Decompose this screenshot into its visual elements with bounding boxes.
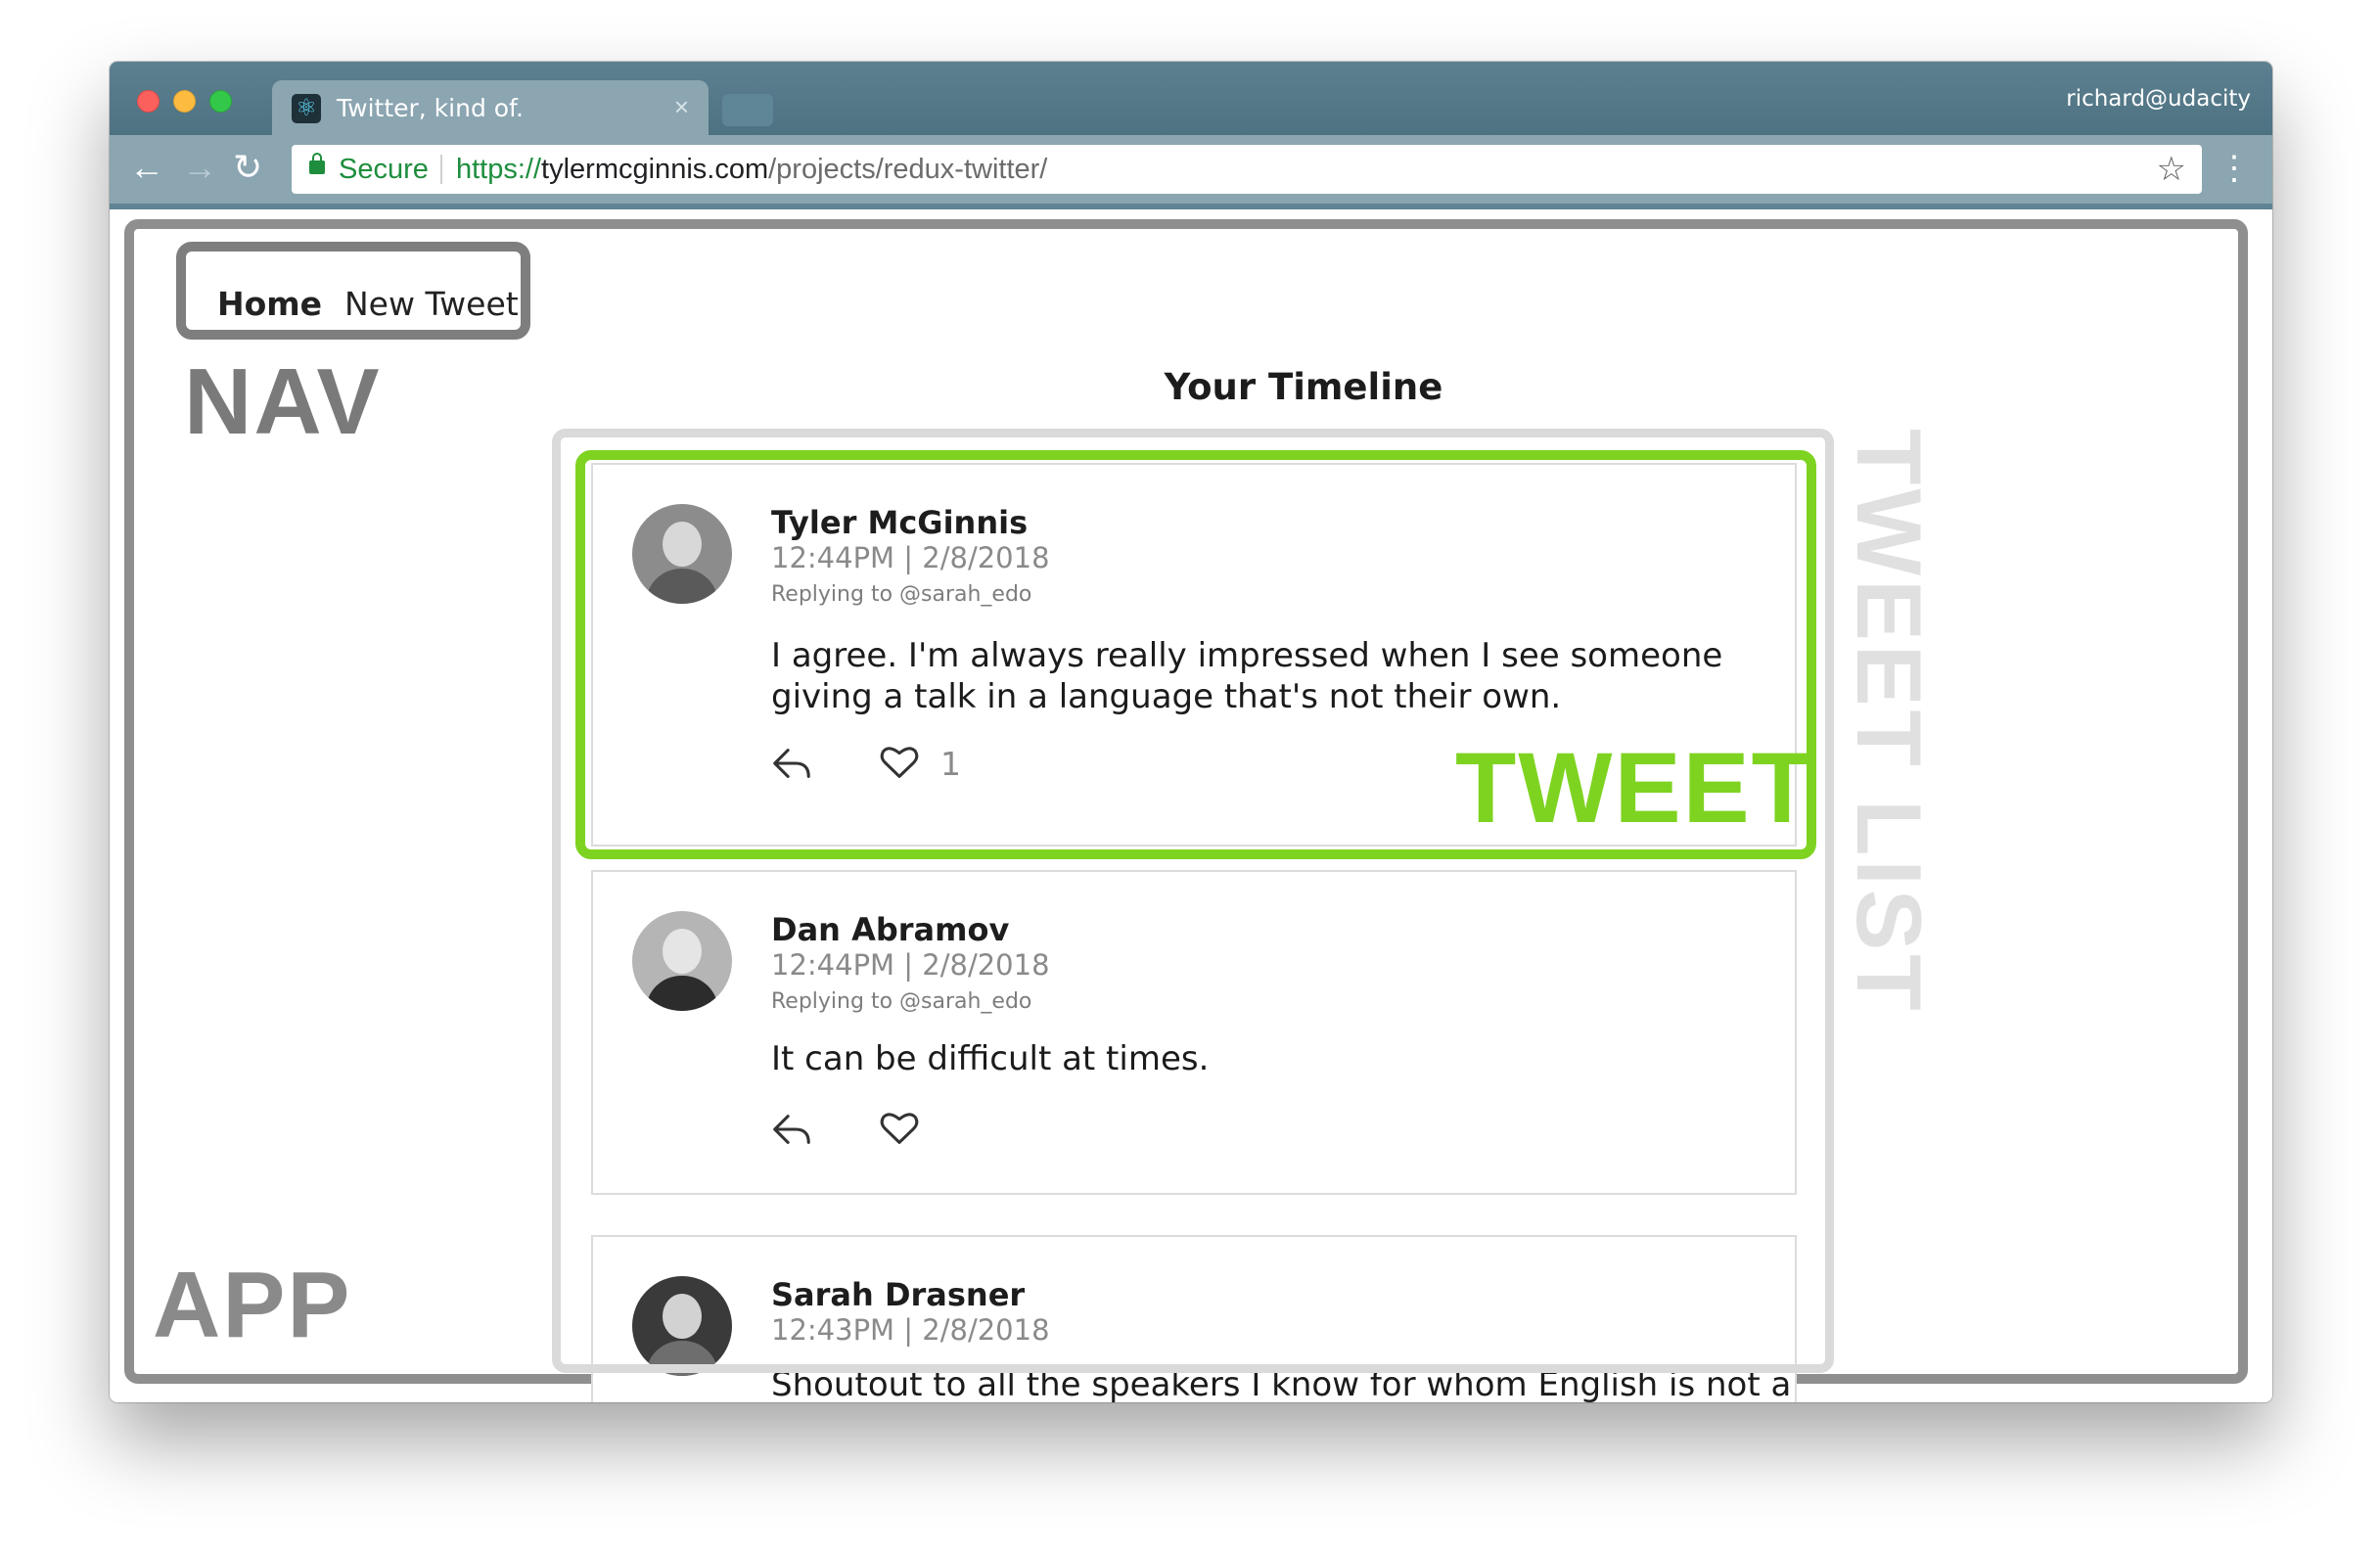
forward-arrow-icon[interactable]: → [182,147,217,188]
zoom-window-button[interactable] [209,90,232,113]
browser-menu-icon[interactable]: ⋮ [2218,149,2251,188]
nav-home-link[interactable]: Home [217,285,322,323]
nav-new-tweet-link[interactable]: New Tweet [344,285,519,323]
profile-name[interactable]: richard@udacity [2066,86,2251,112]
page-viewport: Home New Tweet NAV APP Your Timeline Tyl… [110,209,2272,1402]
back-arrow-icon[interactable]: ← [129,147,164,188]
minimize-window-button[interactable] [173,90,196,113]
bookmark-star-icon[interactable]: ☆ [2157,145,2186,194]
secure-label: Secure [339,154,429,185]
address-bar[interactable]: Secure https://tylermcginnis.com/project… [292,145,2202,194]
tweet-annotation-label: TWEET [1455,732,1814,844]
url-path: /projects/redux-twitter/ [768,154,1048,185]
browser-window: ⚛ Twitter, kind of. × richard@udacity ← … [110,62,2272,1402]
tab-title: Twitter, kind of. [337,94,524,122]
nav-annotation-frame: Home New Tweet [176,242,530,340]
react-favicon-icon: ⚛ [292,94,321,123]
url-host: tylermcginnis.com [541,154,769,185]
lock-icon [309,153,325,174]
reload-icon[interactable]: ↻ [233,147,262,188]
url-text[interactable]: https://tylermcginnis.com/projects/redux… [456,145,1047,194]
page-title: Your Timeline [1164,366,1443,408]
title-bar: ⚛ Twitter, kind of. × richard@udacity [110,62,2272,135]
url-scheme: https:// [456,154,542,185]
tweet-list-annotation-label: TWEET LIST [1838,429,1941,1015]
new-tab-button[interactable] [722,94,773,126]
close-window-button[interactable] [137,90,160,113]
app-annotation-label: APP [153,1253,352,1357]
url-separator [440,155,442,184]
nav-annotation-label: NAV [184,349,382,454]
browser-toolbar: ← → ↻ Secure https://tylermcginnis.com/p… [110,135,2272,209]
tab-close-icon[interactable]: × [674,92,689,122]
browser-tab[interactable]: ⚛ Twitter, kind of. × [272,80,709,135]
